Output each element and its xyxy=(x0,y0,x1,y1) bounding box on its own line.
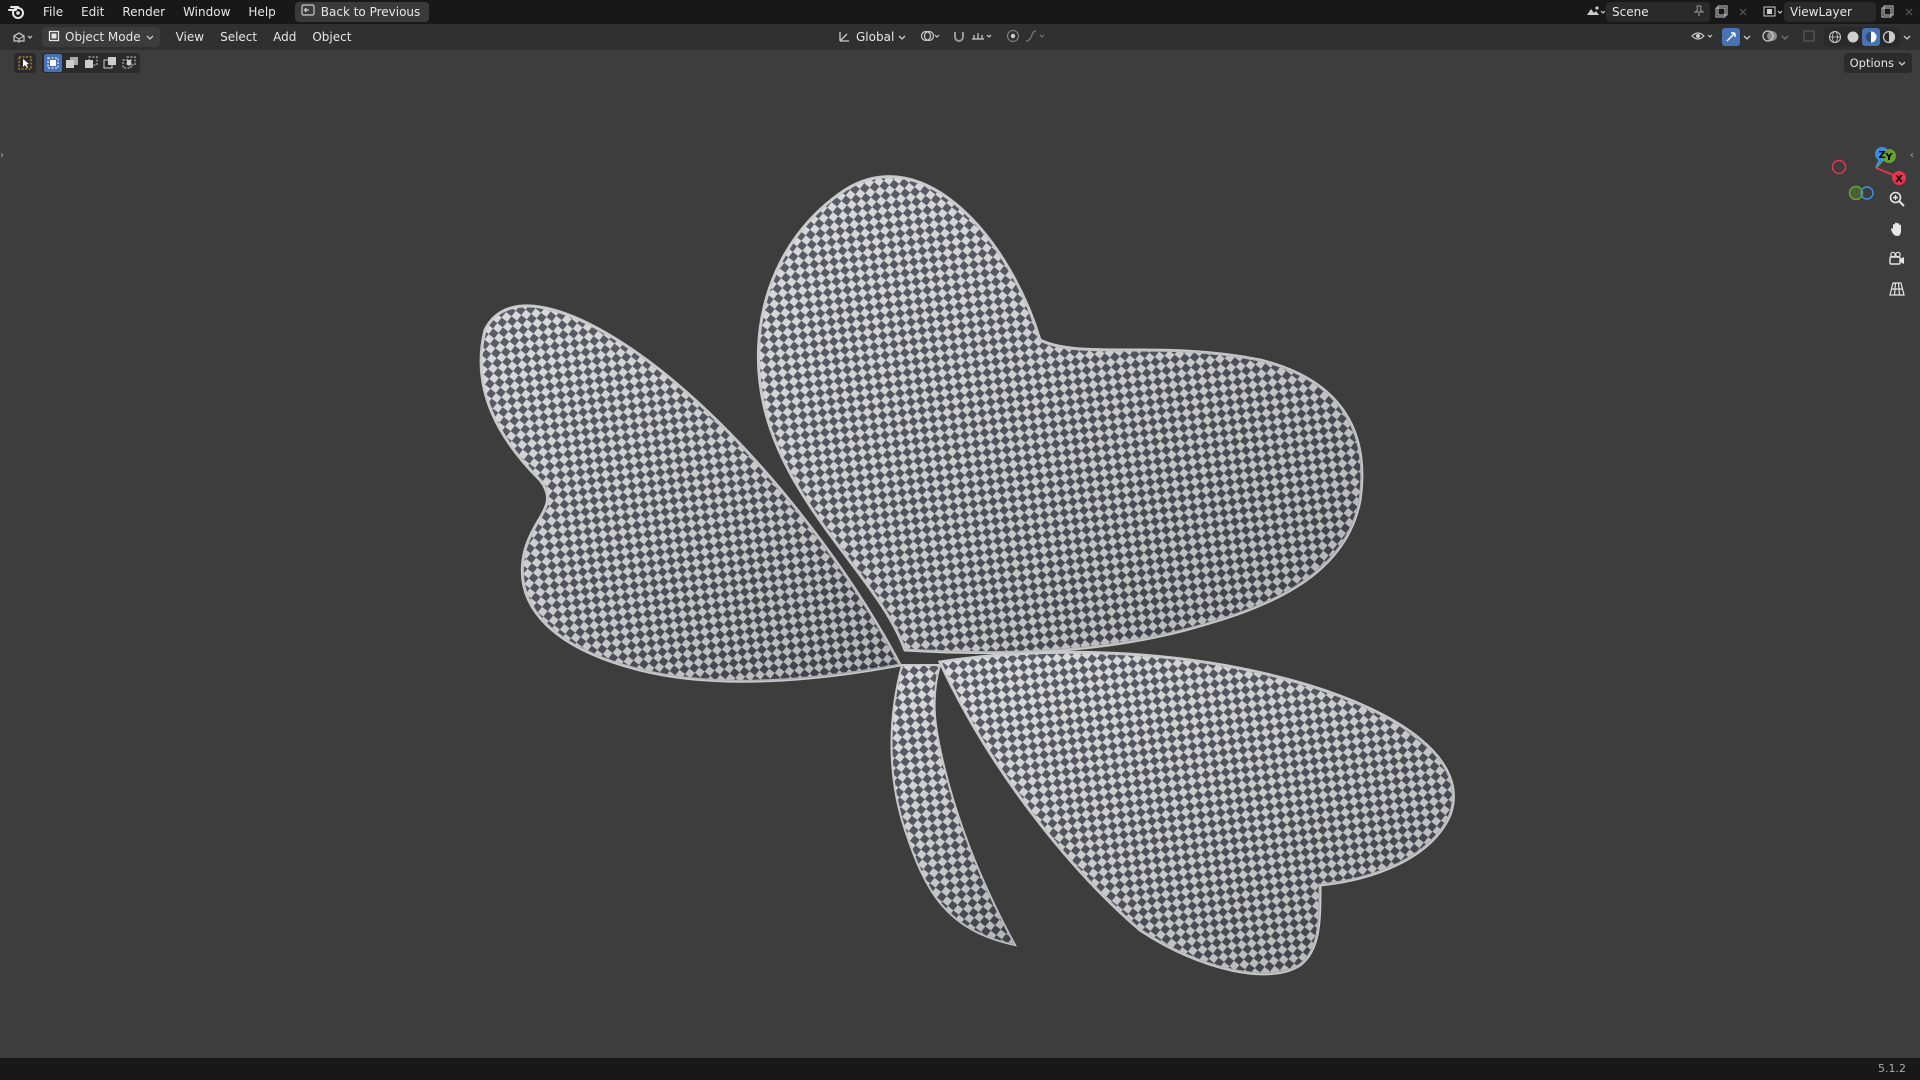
object-mode-dropdown[interactable]: Object Mode xyxy=(42,27,160,47)
proportional-editing-icon[interactable] xyxy=(1006,29,1020,46)
snap-target-icon[interactable] xyxy=(970,29,994,46)
selection-invert-icon[interactable] xyxy=(101,54,119,72)
orientation-icon xyxy=(838,29,852,46)
delete-scene-icon[interactable] xyxy=(1732,2,1754,22)
chevron-down-icon xyxy=(146,30,154,44)
orientation-dropdown[interactable]: Global xyxy=(856,30,894,44)
scene-browse-icon[interactable] xyxy=(1584,2,1606,22)
object-mode-label: Object Mode xyxy=(65,30,141,44)
snap-icon[interactable] xyxy=(952,29,966,46)
pivot-point-icon[interactable] xyxy=(920,29,942,46)
shamrock-mesh[interactable] xyxy=(479,175,1455,976)
toolbar-expand-icon[interactable]: › xyxy=(0,150,8,166)
view-layer-field[interactable]: ViewLayer xyxy=(1784,2,1876,22)
menu-view[interactable]: View xyxy=(168,24,212,50)
transform-tools: Global xyxy=(838,24,1048,50)
back-to-previous-label: Back to Previous xyxy=(320,5,421,19)
chevron-down-icon[interactable] xyxy=(1742,30,1752,44)
object-visibility-icon[interactable] xyxy=(1690,29,1716,46)
chevron-down-icon[interactable] xyxy=(1780,30,1790,44)
pin-icon[interactable] xyxy=(1693,5,1705,20)
viewport-display-tools xyxy=(1690,24,1912,50)
blender-logo-icon[interactable] xyxy=(0,0,34,24)
perspective-grid-icon[interactable] xyxy=(1884,276,1910,302)
new-view-layer-icon[interactable] xyxy=(1876,2,1898,22)
menu-object[interactable]: Object xyxy=(304,24,359,50)
back-to-previous-button[interactable]: Back to Previous xyxy=(294,2,430,22)
menu-select[interactable]: Select xyxy=(212,24,265,50)
options-dropdown[interactable]: Options xyxy=(1843,53,1912,73)
menu-help[interactable]: Help xyxy=(239,0,284,24)
options-label: Options xyxy=(1849,56,1894,70)
zoom-icon[interactable] xyxy=(1884,186,1910,212)
view-layer-name-text: ViewLayer xyxy=(1790,5,1852,19)
shading-mode-group xyxy=(1824,27,1900,47)
wireframe-shading-icon[interactable] xyxy=(1826,28,1844,46)
selection-extend-icon[interactable] xyxy=(63,54,81,72)
3d-viewport[interactable]: › ‹ Z Y X xyxy=(0,50,1920,1058)
camera-view-icon[interactable] xyxy=(1884,246,1910,272)
xray-toggle-icon[interactable] xyxy=(1802,29,1816,46)
solid-shading-icon[interactable] xyxy=(1844,28,1862,46)
chevron-down-icon[interactable] xyxy=(1902,30,1912,44)
selection-intersect-icon[interactable] xyxy=(120,54,138,72)
chevron-down-icon[interactable] xyxy=(898,30,906,44)
editor-type-icon[interactable] xyxy=(8,27,38,47)
select-tool-icon[interactable] xyxy=(14,53,36,73)
pan-hand-icon[interactable] xyxy=(1884,216,1910,242)
menu-render[interactable]: Render xyxy=(113,0,174,24)
gizmo-toggle-icon[interactable] xyxy=(1722,28,1740,46)
menu-window[interactable]: Window xyxy=(174,0,239,24)
selection-mode-group xyxy=(42,53,140,73)
scene-name-text: Scene xyxy=(1612,5,1649,19)
gizmo-x-label: X xyxy=(1895,174,1903,185)
tool-settings-row xyxy=(14,52,140,74)
selection-subtract-icon[interactable] xyxy=(82,54,100,72)
overlays-icon[interactable] xyxy=(1762,29,1778,46)
menu-add[interactable]: Add xyxy=(265,24,304,50)
scene-name-field[interactable]: Scene xyxy=(1606,2,1710,22)
menu-file[interactable]: File xyxy=(34,0,72,24)
neg-x-axis-handle[interactable] xyxy=(1831,159,1847,175)
status-bar: 5.1.2 xyxy=(0,1058,1920,1080)
viewport-header: Object Mode View Select Add Object Globa… xyxy=(0,24,1920,50)
shamrock-object[interactable] xyxy=(0,50,1920,1058)
rendered-shading-icon[interactable] xyxy=(1880,28,1898,46)
gizmo-y-label: Y xyxy=(1884,152,1893,163)
version-label: 5.1.2 xyxy=(1878,1062,1906,1075)
new-scene-icon[interactable] xyxy=(1710,2,1732,22)
material-preview-shading-icon[interactable] xyxy=(1862,28,1880,46)
top-menu-bar: File Edit Render Window Help Back to Pre… xyxy=(0,0,1920,24)
view-layer-browse-icon[interactable] xyxy=(1762,2,1784,22)
back-screen-icon xyxy=(301,2,315,22)
selection-set-icon[interactable] xyxy=(44,54,62,72)
delete-view-layer-icon[interactable] xyxy=(1898,2,1920,22)
top-right-controls: Scene ViewLayer xyxy=(1584,0,1920,24)
falloff-curve-icon[interactable] xyxy=(1024,29,1048,46)
chevron-down-icon xyxy=(1898,56,1906,70)
menu-edit[interactable]: Edit xyxy=(72,0,113,24)
object-mode-icon xyxy=(48,30,60,45)
